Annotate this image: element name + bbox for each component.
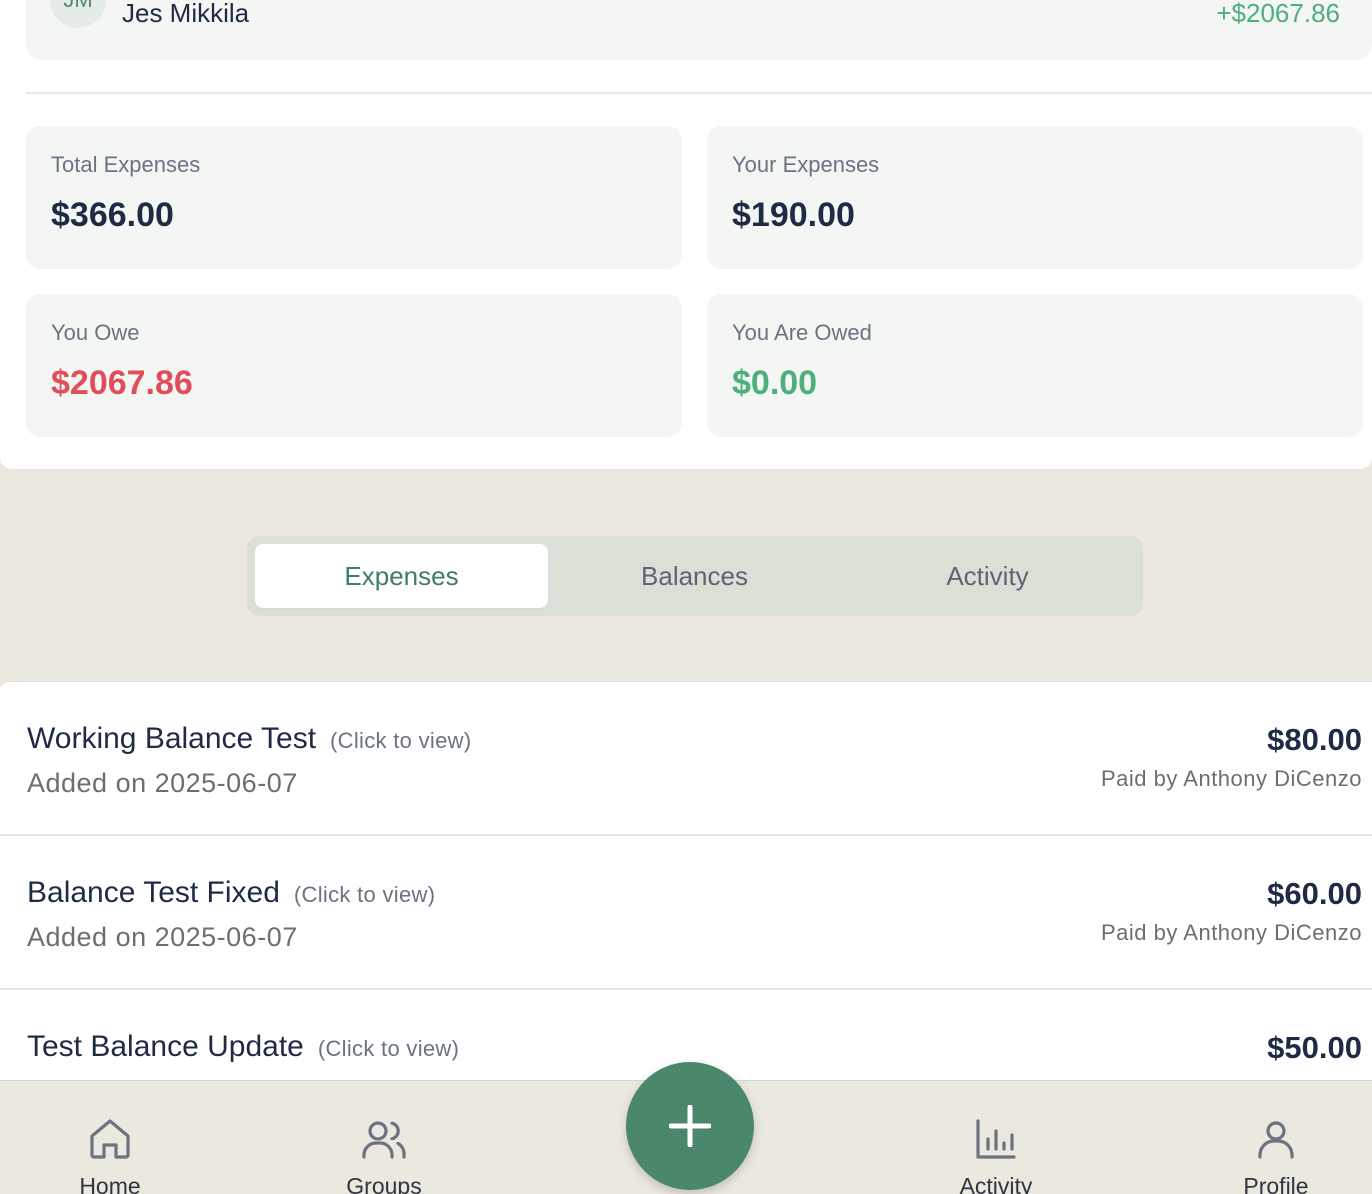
stat-value: $2067.86 [51, 364, 193, 402]
add-expense-button[interactable] [626, 1062, 754, 1190]
expense-row[interactable]: Working Balance Test (Click to view) Adde… [0, 682, 1372, 836]
stat-label: Total Expenses [51, 152, 201, 177]
expense-payer: Paid by Anthony DiCenzo [1101, 766, 1362, 791]
member-balance: +$2067.86 [1216, 0, 1340, 28]
nav-label: Groups [346, 1173, 422, 1194]
total-expenses-stat: Total Expenses $366.00 [26, 126, 682, 269]
click-to-view-hint: (Click to view) [293, 882, 436, 907]
click-to-view-hint: (Click to view) [317, 1036, 460, 1061]
expense-title-text: Balance Test Fixed [27, 876, 280, 909]
group-detail-page: JM Jes Mikkila +$2067.86 Total Expenses … [0, 0, 1372, 1194]
member-name: Jes Mikkila [122, 0, 250, 28]
expense-amount: $80.00 [1267, 722, 1362, 757]
expense-title-text: Test Balance Update [27, 1030, 304, 1063]
stat-label: Your Expenses [732, 152, 880, 177]
expense-date: Added on 2025-06-07 [27, 768, 298, 798]
stat-label: You Owe [51, 320, 140, 345]
expense-title: Working Balance Test (Click to view) [27, 722, 471, 756]
expense-payer: Paid by Anthony DiCenzo [1101, 920, 1362, 945]
click-to-view-hint: (Click to view) [330, 728, 472, 753]
tab-balances[interactable]: Balances [548, 544, 841, 608]
avatar: JM [50, 0, 106, 28]
expense-amount: $50.00 [1267, 1030, 1362, 1065]
nav-activity[interactable]: Activity [916, 1081, 1076, 1194]
nav-label: Profile [1243, 1173, 1309, 1194]
nav-profile[interactable]: Profile [1196, 1081, 1356, 1194]
tab-expenses[interactable]: Expenses [255, 544, 548, 608]
stat-value: $366.00 [51, 196, 174, 234]
expense-title: Balance Test Fixed (Click to view) [27, 876, 435, 910]
expense-date: Added on 2025-06-07 [27, 922, 298, 952]
plus-icon [669, 1105, 711, 1147]
group-summary-card: JM Jes Mikkila +$2067.86 Total Expenses … [0, 0, 1372, 470]
stat-label: You Are Owed [732, 320, 872, 345]
expense-row[interactable]: Balance Test Fixed (Click to view) Added … [0, 836, 1372, 990]
divider [26, 92, 1372, 94]
expense-title-text: Working Balance Test [27, 722, 317, 755]
home-icon [90, 1119, 130, 1159]
stat-value: $0.00 [732, 364, 818, 402]
nav-label: Home [79, 1173, 141, 1194]
tab-activity[interactable]: Activity [841, 544, 1134, 608]
users-icon [362, 1121, 406, 1159]
nav-groups[interactable]: Groups [304, 1081, 464, 1194]
segmented-tabs: Expenses Balances Activity [247, 536, 1143, 616]
expense-title: Test Balance Update (Click to view) [27, 1030, 459, 1064]
nav-label: Activity [959, 1173, 1033, 1194]
you-owe-stat: You Owe $2067.86 [26, 294, 682, 437]
member-balance-row[interactable]: JM Jes Mikkila +$2067.86 [26, 0, 1372, 60]
expense-amount: $60.00 [1267, 876, 1362, 911]
you-are-owed-stat: You Are Owed $0.00 [707, 294, 1363, 437]
your-expenses-stat: Your Expenses $190.00 [707, 126, 1363, 269]
stat-value: $190.00 [732, 196, 855, 234]
user-icon [1258, 1121, 1294, 1159]
expense-list: Working Balance Test (Click to view) Adde… [0, 681, 1372, 1101]
bar-chart-icon [976, 1119, 1016, 1159]
nav-home[interactable]: Home [30, 1081, 190, 1194]
